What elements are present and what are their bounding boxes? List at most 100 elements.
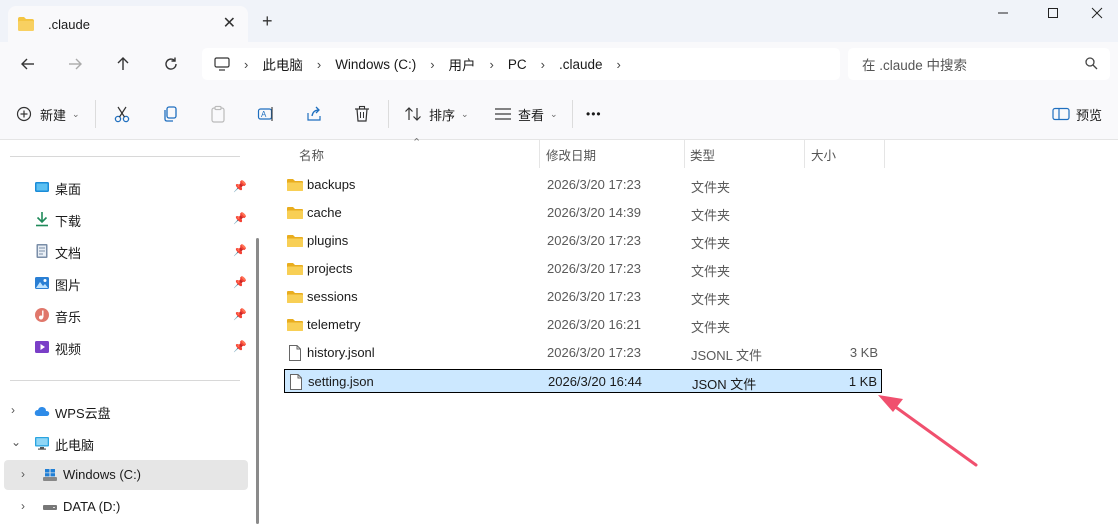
divider — [572, 100, 573, 128]
document-icon — [36, 244, 48, 258]
minimize-button[interactable] — [980, 0, 1026, 26]
chevron-right-icon[interactable]: › — [11, 403, 15, 417]
file-modified: 2026/3/20 17:23 — [547, 261, 641, 276]
breadcrumb-windows-c[interactable]: Windows (C:) — [335, 57, 416, 72]
chevron-right-icon[interactable]: › — [317, 57, 321, 72]
preview-label: 预览 — [1076, 107, 1103, 123]
sidebar-item-windows-c[interactable]: › Windows (C:) — [4, 460, 248, 490]
preview-button[interactable]: 预览 — [1052, 102, 1102, 126]
sidebar-item-wps-cloud[interactable]: › WPS云盘 — [0, 396, 248, 426]
column-divider[interactable] — [539, 140, 540, 168]
file-name: backups — [307, 177, 356, 192]
maximize-button[interactable] — [1030, 0, 1076, 26]
column-header-type[interactable]: 类型 — [690, 140, 715, 168]
chevron-down-icon[interactable]: ⌄ — [11, 435, 21, 449]
back-button[interactable] — [14, 52, 42, 76]
refresh-button[interactable] — [157, 52, 185, 76]
tab-claude[interactable]: .claude ✕ — [8, 6, 248, 42]
pin-icon[interactable]: 📌 — [233, 276, 247, 289]
forward-button[interactable] — [61, 52, 89, 76]
trash-icon — [355, 105, 369, 122]
pin-icon[interactable]: 📌 — [233, 244, 247, 257]
column-divider[interactable] — [884, 140, 885, 168]
download-icon — [36, 212, 48, 227]
folder-icon — [287, 291, 303, 303]
chevron-right-icon[interactable]: › — [21, 499, 25, 513]
file-name: sessions — [307, 289, 358, 304]
column-header-size[interactable]: 大小 — [811, 140, 836, 168]
sidebar-item-documents[interactable]: 文档 📌 — [0, 236, 248, 266]
pin-icon[interactable]: 📌 — [233, 180, 247, 193]
column-divider[interactable] — [804, 140, 805, 168]
table-row-selected[interactable]: setting.json 2026/3/20 16:44 JSON 文件 1 K… — [284, 369, 882, 393]
search-placeholder: 在 .claude 中搜索 — [862, 58, 968, 73]
sidebar-item-label: WPS云盘 — [55, 406, 111, 421]
cut-button[interactable] — [110, 102, 134, 126]
table-row[interactable]: telemetry 2026/3/20 16:21 文件夹 — [284, 313, 882, 337]
breadcrumb-users[interactable]: 用户 — [449, 54, 476, 74]
table-row[interactable]: cache 2026/3/20 14:39 文件夹 — [284, 201, 882, 225]
column-header-modified[interactable]: 修改日期 — [546, 140, 596, 168]
file-type: 文件夹 — [691, 264, 731, 279]
search-input[interactable]: 在 .claude 中搜索 — [848, 48, 1110, 80]
new-button[interactable]: 新建 ⌄ — [16, 102, 80, 126]
column-divider[interactable] — [684, 140, 685, 168]
column-header-name[interactable]: 名称 — [299, 140, 324, 168]
file-type: JSON 文件 — [692, 377, 757, 392]
table-row[interactable]: history.jsonl 2026/3/20 17:23 JSONL 文件 3… — [284, 341, 882, 365]
rename-button[interactable]: A — [254, 102, 278, 126]
view-button[interactable]: 查看 ⌄ — [494, 102, 558, 126]
table-row[interactable]: projects 2026/3/20 17:23 文件夹 — [284, 257, 882, 281]
sidebar-item-videos[interactable]: 视频 📌 — [0, 332, 248, 362]
sidebar-item-desktop[interactable]: 桌面 📌 — [0, 172, 248, 202]
sidebar-item-data-d[interactable]: › DATA (D:) — [0, 492, 248, 522]
preview-pane-icon — [1052, 107, 1070, 121]
chevron-right-icon[interactable]: › — [541, 57, 545, 72]
chevron-right-icon: › — [244, 56, 249, 72]
sort-ascending-icon: ⌃ — [412, 137, 422, 149]
breadcrumb-this-pc[interactable]: 此电脑 — [262, 54, 303, 74]
sidebar-item-music[interactable]: 音乐 📌 — [0, 300, 248, 330]
table-row[interactable]: plugins 2026/3/20 17:23 文件夹 — [284, 229, 882, 253]
sort-button[interactable]: 排序 ⌄ — [404, 102, 469, 126]
chevron-right-icon[interactable]: › — [490, 57, 494, 72]
file-modified: 2026/3/20 16:44 — [548, 374, 642, 389]
delete-button[interactable] — [350, 102, 374, 126]
sidebar-item-downloads[interactable]: 下载 📌 — [0, 204, 248, 234]
navigation-pane: 桌面 📌 下载 📌 文档 📌 图片 📌 音乐 📌 视频 📌 › WPS云盘 ⌄ … — [0, 140, 258, 524]
folder-icon — [287, 235, 303, 247]
breadcrumb-pc[interactable]: PC — [508, 57, 527, 72]
arrow-left-icon — [21, 58, 34, 70]
file-type: JSONL 文件 — [691, 348, 763, 363]
plus-circle-icon — [16, 106, 32, 122]
breadcrumb-claude[interactable]: .claude — [559, 57, 603, 72]
file-icon — [289, 345, 301, 361]
close-window-button[interactable] — [1074, 0, 1118, 26]
up-button[interactable] — [109, 52, 137, 76]
pin-icon[interactable]: 📌 — [233, 340, 247, 353]
copy-button[interactable] — [158, 102, 182, 126]
music-icon — [35, 308, 49, 322]
pin-icon[interactable]: 📌 — [233, 212, 247, 225]
chevron-down-icon: ⌄ — [461, 108, 469, 119]
paste-button[interactable] — [206, 102, 230, 126]
table-row[interactable]: sessions 2026/3/20 17:23 文件夹 — [284, 285, 882, 309]
scissors-icon — [114, 106, 130, 123]
file-type: 文件夹 — [691, 320, 731, 335]
pin-icon[interactable]: 📌 — [233, 308, 247, 321]
new-tab-button[interactable]: + — [262, 11, 273, 31]
chevron-right-icon[interactable]: › — [617, 57, 621, 72]
minimize-icon — [998, 12, 1008, 14]
chevron-right-icon[interactable]: › — [430, 57, 434, 72]
sidebar-item-pictures[interactable]: 图片 📌 — [0, 268, 248, 298]
sidebar-scrollbar[interactable] — [256, 238, 259, 524]
more-options-button[interactable]: ••• — [586, 102, 602, 126]
table-row[interactable]: backups 2026/3/20 17:23 文件夹 — [284, 173, 882, 197]
close-tab-icon[interactable]: ✕ — [223, 14, 236, 34]
chevron-right-icon[interactable]: › — [21, 467, 25, 481]
share-button[interactable] — [302, 102, 326, 126]
sidebar-item-this-pc[interactable]: ⌄ 此电脑 — [0, 428, 248, 458]
address-bar[interactable]: › 此电脑 › Windows (C:) › 用户 › PC › .claude… — [202, 48, 840, 80]
copy-icon — [164, 106, 177, 122]
file-name: telemetry — [307, 317, 361, 332]
